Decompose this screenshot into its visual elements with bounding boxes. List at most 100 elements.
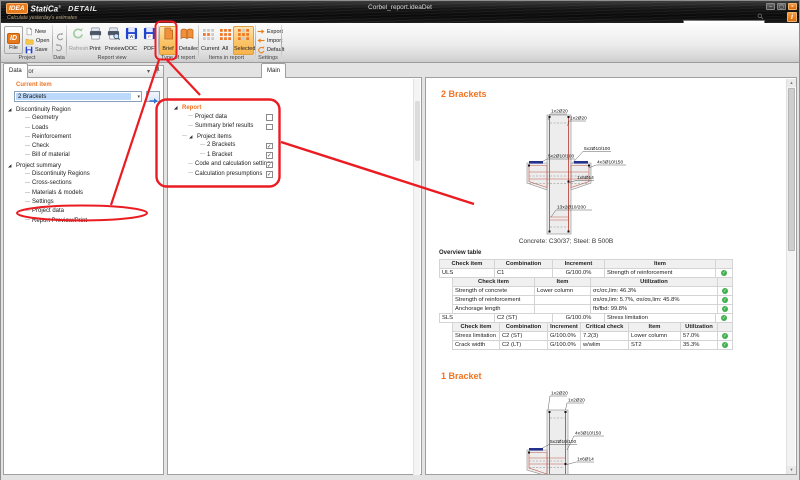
save-label: Save [35,47,48,53]
pin-icon[interactable] [154,66,160,74]
print-preview-icon [107,27,120,40]
nav-item-project-summary[interactable]: ◢Project summary [8,161,161,170]
rebar-label: 1x2Ø20 [551,109,568,115]
report-item-summary-brief-results[interactable]: Summary brief results [174,122,286,132]
nav-item-geometry[interactable]: Geometry [8,114,161,123]
items-selected-button[interactable]: Selected [233,26,254,55]
nav-item-cross-sections[interactable]: Cross-sections [8,179,161,188]
group-data-label: Data [52,55,66,62]
scrollbar-thumb[interactable] [788,88,795,251]
nav-item-label: Cross-sections [32,180,72,186]
col-check-item: Check item [440,260,495,269]
overview-sls-subtable: Check item Combination Increment Critica… [452,322,733,350]
pdf-export-button[interactable]: P PDF [140,26,158,55]
nav-item-reinforcement[interactable]: Reinforcement [8,133,161,142]
expanded-node-icon[interactable]: ◢ [189,132,197,142]
refresh-button[interactable]: Refresh [68,26,86,55]
detailed-button[interactable]: Detailed [178,26,196,55]
file-button[interactable]: ID File [4,26,23,54]
rebar-label: 1x2Ø20 [551,391,568,397]
report-item-2-brackets[interactable]: 2 Brackets✓ [174,141,286,151]
info-button[interactable]: i [787,12,797,22]
tab-data[interactable]: Data [3,63,28,78]
checkbox-code-settings[interactable]: ✓ [266,162,273,169]
export-button[interactable]: Export [257,27,283,36]
chevron-down-icon: ▾ [137,94,140,100]
report-item-calculation-presumptions[interactable]: Calculation presumptions✓ [174,170,286,180]
nav-item-label: Report Preview/Print [32,218,87,224]
check-ok-icon: ✓ [722,297,729,304]
current-item-label: Current item [16,82,52,88]
new-file-icon [25,27,33,36]
scrollbar-thumb[interactable] [415,101,420,161]
nav-item-label: Discontinuity Regions [32,171,90,177]
nav-item-label: Project data [32,208,64,214]
current-item-select[interactable]: 2 Brackets ▾ [14,91,142,102]
nav-item-bill-of-material[interactable]: Bill of material [8,151,161,160]
expanded-node-icon[interactable]: ◢ [8,161,16,170]
overview-main-table: Check item Combination Increment Item UL… [439,259,733,278]
open-button[interactable]: Open [25,36,50,45]
import-button[interactable]: Import [257,36,283,45]
search-input[interactable] [683,20,765,24]
go-to-current-item-button[interactable] [146,91,160,102]
brand-statica: StatiCa® [31,4,62,14]
check-ok-icon: ✓ [721,315,728,322]
nav-item-discontinuity-region[interactable]: ◢Discontinuity Region [8,105,161,114]
save-button[interactable]: Save [25,45,50,54]
checkbox-2-brackets[interactable]: ✓ [266,143,273,150]
report-item-code-settings[interactable]: Code and calculation settings✓ [174,160,286,170]
data-panel-scrollbar[interactable] [413,79,420,475]
expanded-node-icon[interactable]: ◢ [8,105,16,114]
nav-item-materials-models[interactable]: Materials & models [8,189,161,198]
rebar-label: 1x6Ø14 [577,457,594,463]
new-button[interactable]: New [25,27,50,36]
col-item: Item [605,260,716,269]
scroll-down-icon[interactable]: ▼ [787,466,796,474]
report-item-label: Project data [195,114,227,120]
import-arrow-icon [257,37,265,44]
nav-item-settings[interactable]: Settings [8,198,161,207]
detailed-report-icon [180,27,194,40]
main-panel-scrollbar[interactable]: ▲ ▼ [786,79,795,474]
report-item-project-items[interactable]: ◢Project items [174,132,286,142]
nav-item-loads[interactable]: Loads [8,124,161,133]
nav-item-report-preview-print[interactable]: Report Preview/Print [8,217,161,226]
minimize-button[interactable]: – [766,3,775,10]
new-label: New [35,29,46,35]
scroll-up-icon[interactable]: ▲ [787,79,796,87]
checkbox-project-data[interactable] [266,114,273,121]
doc-export-button[interactable]: W DOC [122,26,140,55]
col-increment: Increment [553,260,605,269]
checkbox-calculation-presumptions[interactable]: ✓ [266,171,273,178]
expanded-node-icon[interactable]: ◢ [174,103,182,113]
print-button[interactable]: Print [86,26,104,55]
nav-item-project-data[interactable]: Project data [8,207,161,216]
report-root-node[interactable]: ◢Report [174,103,286,113]
search-icon [757,13,764,20]
main-panel: 2 Brackets [425,77,797,475]
items-current-button[interactable]: Current [200,26,217,55]
nav-item-check[interactable]: Check [8,142,161,151]
pdf-label: PDF [141,46,157,52]
nav-item-discontinuity-regions[interactable]: Discontinuity Regions [8,170,161,179]
tab-main[interactable]: Main [261,63,286,78]
report-item-project-data[interactable]: Project data [174,113,286,123]
section-1-bracket-heading: 1 Bracket [441,371,482,381]
checkbox-1-bracket[interactable]: ✓ [266,152,273,159]
brief-button[interactable]: Brief [159,26,177,55]
preview-button[interactable]: Preview [104,26,122,55]
maximize-button[interactable]: ▢ [777,3,786,10]
report-item-1-bracket[interactable]: 1 Bracket✓ [174,151,286,161]
items-current-icon [203,29,214,40]
checkbox-summary-brief-results[interactable] [266,124,273,131]
app-name: DETAIL [68,4,98,13]
group-report-view-label: Report view [66,55,158,62]
rebar-label: 1x2Ø20 [570,116,587,122]
items-current-label: Current [201,46,216,52]
close-button[interactable]: × [788,3,797,10]
rebar-label: 5x2Ø10/100 [548,154,574,160]
items-all-button[interactable]: All [218,26,232,55]
printer-icon [89,27,102,40]
report-item-label: Project items [197,134,232,140]
